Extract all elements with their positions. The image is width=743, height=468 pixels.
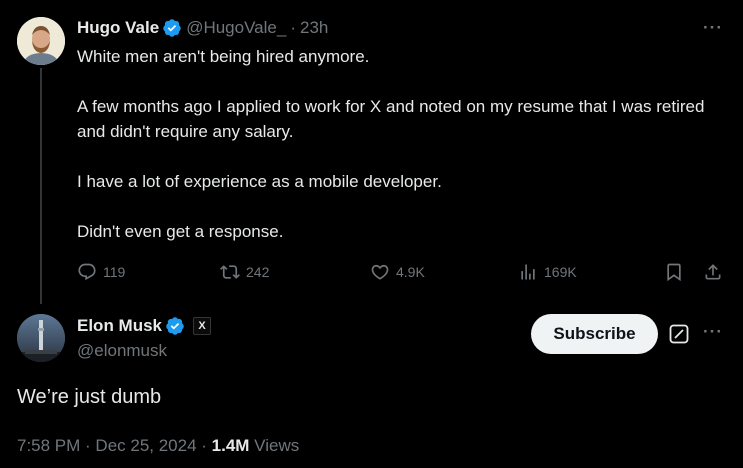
reply-button[interactable]: 119 [77, 260, 125, 284]
thread-line [40, 68, 42, 304]
heart-icon [371, 264, 389, 280]
verified-badge-icon [166, 317, 184, 335]
action-bar: 119 242 4.9K 169K [77, 260, 727, 284]
timestamp[interactable]: 7:58 PM · Dec 25, 2024 · [17, 436, 212, 455]
separator: · [290, 18, 296, 37]
bookmark-button[interactable] [664, 260, 684, 284]
display-name[interactable]: Hugo Vale [77, 18, 159, 38]
paragraph: White men aren't being hired anymore. [77, 47, 370, 66]
main-tweet-handle-row: @elonmusk [77, 341, 167, 361]
share-icon [705, 264, 721, 280]
main-tweet-text: We’re just dumb [17, 386, 162, 408]
avatar-elon[interactable] [17, 314, 65, 362]
paragraph: I have a lot of experience as a mobile d… [77, 172, 442, 191]
tweet-meta: 7:58 PM · Dec 25, 2024 · 1.4M Views [17, 436, 299, 456]
repost-button[interactable]: 242 [220, 260, 269, 284]
display-name[interactable]: Elon Musk [77, 316, 162, 336]
handle[interactable]: @elonmusk [77, 341, 167, 361]
reply-icon [78, 263, 96, 281]
paragraph: Didn't even get a response. [77, 222, 284, 241]
reply-parent-text: White men aren't being hired anymore. A … [77, 44, 717, 244]
main-tweet-header: Elon Musk X [77, 316, 212, 336]
like-button[interactable]: 4.9K [370, 260, 425, 284]
view-count: 1.4M [211, 436, 250, 455]
tweet-thread: Hugo Vale @HugoVale_ · 23h ··· White men… [0, 0, 743, 468]
verified-badge-icon [163, 19, 181, 37]
reply-parent-header: Hugo Vale @HugoVale_ · 23h [77, 18, 328, 38]
repost-count: 242 [246, 264, 270, 280]
bookmark-icon [667, 263, 681, 282]
views-button[interactable]: 169K [518, 260, 577, 284]
avatar-hugo[interactable] [17, 17, 65, 65]
time-ago[interactable]: 23h [300, 18, 328, 38]
views-label: Views [249, 436, 300, 455]
like-count: 4.9K [396, 264, 425, 280]
reply-count: 119 [103, 264, 126, 280]
grok-icon[interactable] [669, 324, 689, 344]
more-horizontal-icon[interactable]: ··· [703, 18, 723, 38]
paragraph: A few months ago I applied to work for X… [77, 97, 705, 141]
subscribe-button[interactable]: Subscribe [531, 314, 658, 354]
more-horizontal-icon[interactable]: ··· [703, 322, 723, 342]
view-count: 169K [544, 264, 577, 280]
affiliate-badge-icon[interactable]: X [193, 317, 212, 335]
repost-icon [220, 265, 240, 279]
analytics-icon [521, 264, 535, 280]
share-button[interactable] [703, 260, 723, 284]
handle[interactable]: @HugoVale_ [186, 18, 286, 38]
